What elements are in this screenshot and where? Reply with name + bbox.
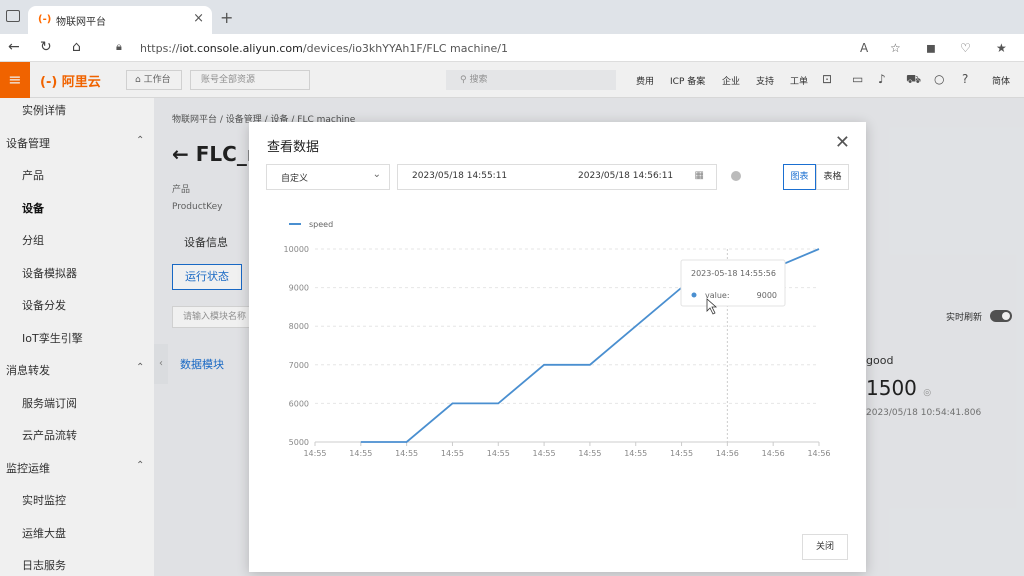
x-tick-label: 14:55 bbox=[395, 449, 418, 458]
x-tick-label: 14:55 bbox=[303, 449, 326, 458]
browser-tab[interactable]: (-) 物联网平台 × bbox=[28, 6, 212, 34]
x-tick-label: 14:56 bbox=[807, 449, 830, 458]
reload-icon[interactable]: ↻ bbox=[40, 39, 52, 55]
chart-container: 5000 6000 7000 8000 9000 10000 14:55 14:55 14:55… bbox=[249, 202, 866, 472]
window-menu-icon[interactable] bbox=[6, 10, 20, 22]
table-view-button[interactable]: 表格 bbox=[816, 164, 849, 190]
date-range-picker[interactable]: 2023/05/18 14:55:11 2023/05/18 14:56:11 … bbox=[397, 164, 717, 190]
url-text: https://iot.console.aliyun.com/devices/i… bbox=[140, 42, 508, 55]
chevron-down-icon: ⌄ bbox=[372, 169, 381, 180]
browser-tab-bar: (-) 物联网平台 × + bbox=[0, 0, 1024, 34]
extension-icon[interactable]: ◼ bbox=[926, 41, 936, 55]
tooltip: 2023-05-18 14:55:56 value: 9000 bbox=[680, 259, 786, 307]
tooltip-label: value: bbox=[705, 291, 730, 300]
legend-label: speed bbox=[309, 220, 333, 229]
browser-essentials-icon[interactable]: ♡ bbox=[960, 41, 971, 55]
x-tick-label: 14:56 bbox=[762, 449, 785, 458]
chart-view-button[interactable]: 图表 bbox=[783, 164, 816, 190]
x-tick-label: 14:56 bbox=[716, 449, 739, 458]
tooltip-time: 2023-05-18 14:55:56 bbox=[691, 269, 776, 278]
lock-icon: 🔒︎ bbox=[116, 40, 122, 53]
tab-close-icon[interactable]: × bbox=[193, 11, 204, 26]
time-range-select[interactable]: 自定义 ⌄ bbox=[266, 164, 390, 190]
x-tick-label: 14:55 bbox=[624, 449, 647, 458]
y-tick-label: 10000 bbox=[284, 245, 309, 254]
new-tab-icon[interactable]: + bbox=[220, 8, 233, 27]
x-tick-label: 14:55 bbox=[441, 449, 464, 458]
view-toggle: 图表 表格 bbox=[783, 164, 849, 190]
y-tick-label: 5000 bbox=[289, 438, 309, 447]
close-icon[interactable]: ✕ bbox=[835, 132, 850, 153]
x-tick-label: 14:55 bbox=[349, 449, 372, 458]
close-button[interactable]: 关闭 bbox=[802, 534, 848, 560]
view-data-dialog: 查看数据 ✕ 自定义 ⌄ 2023/05/18 14:55:11 2023/05… bbox=[249, 122, 866, 572]
dialog-title: 查看数据 bbox=[267, 140, 320, 155]
x-tick-label: 14:55 bbox=[533, 449, 556, 458]
tab-title: 物联网平台 bbox=[56, 17, 106, 28]
favorites-bar-icon[interactable]: ★ bbox=[996, 41, 1007, 55]
x-tick-label: 14:55 bbox=[578, 449, 601, 458]
speed-line-chart: 5000 6000 7000 8000 9000 10000 14:55 14:55 14:55… bbox=[284, 220, 831, 458]
x-tick-label: 14:55 bbox=[487, 449, 510, 458]
y-tick-label: 6000 bbox=[289, 399, 309, 408]
address-bar-row: ← ↻ ⌂ 🔒︎ https://iot.console.aliyun.com/… bbox=[0, 34, 1024, 62]
read-aloud-icon[interactable]: A bbox=[860, 41, 868, 55]
back-icon[interactable]: ← bbox=[8, 39, 20, 55]
info-icon[interactable] bbox=[731, 171, 741, 181]
calendar-icon: ▦ bbox=[694, 170, 704, 181]
date-start: 2023/05/18 14:55:11 bbox=[412, 171, 508, 181]
y-tick-label: 7000 bbox=[289, 361, 309, 370]
tooltip-series-dot bbox=[691, 292, 697, 298]
y-tick-label: 9000 bbox=[289, 284, 309, 293]
date-end: 2023/05/18 14:56:11 bbox=[578, 171, 674, 181]
y-tick-label: 8000 bbox=[289, 322, 309, 331]
x-tick-label: 14:55 bbox=[670, 449, 693, 458]
tooltip-value: 9000 bbox=[757, 291, 777, 300]
favorite-icon[interactable]: ☆ bbox=[890, 41, 901, 55]
home-icon[interactable]: ⌂ bbox=[72, 39, 81, 55]
url-input[interactable]: 🔒︎ https://iot.console.aliyun.com/device… bbox=[104, 37, 844, 59]
aliyun-favicon-icon: (-) bbox=[38, 14, 52, 25]
